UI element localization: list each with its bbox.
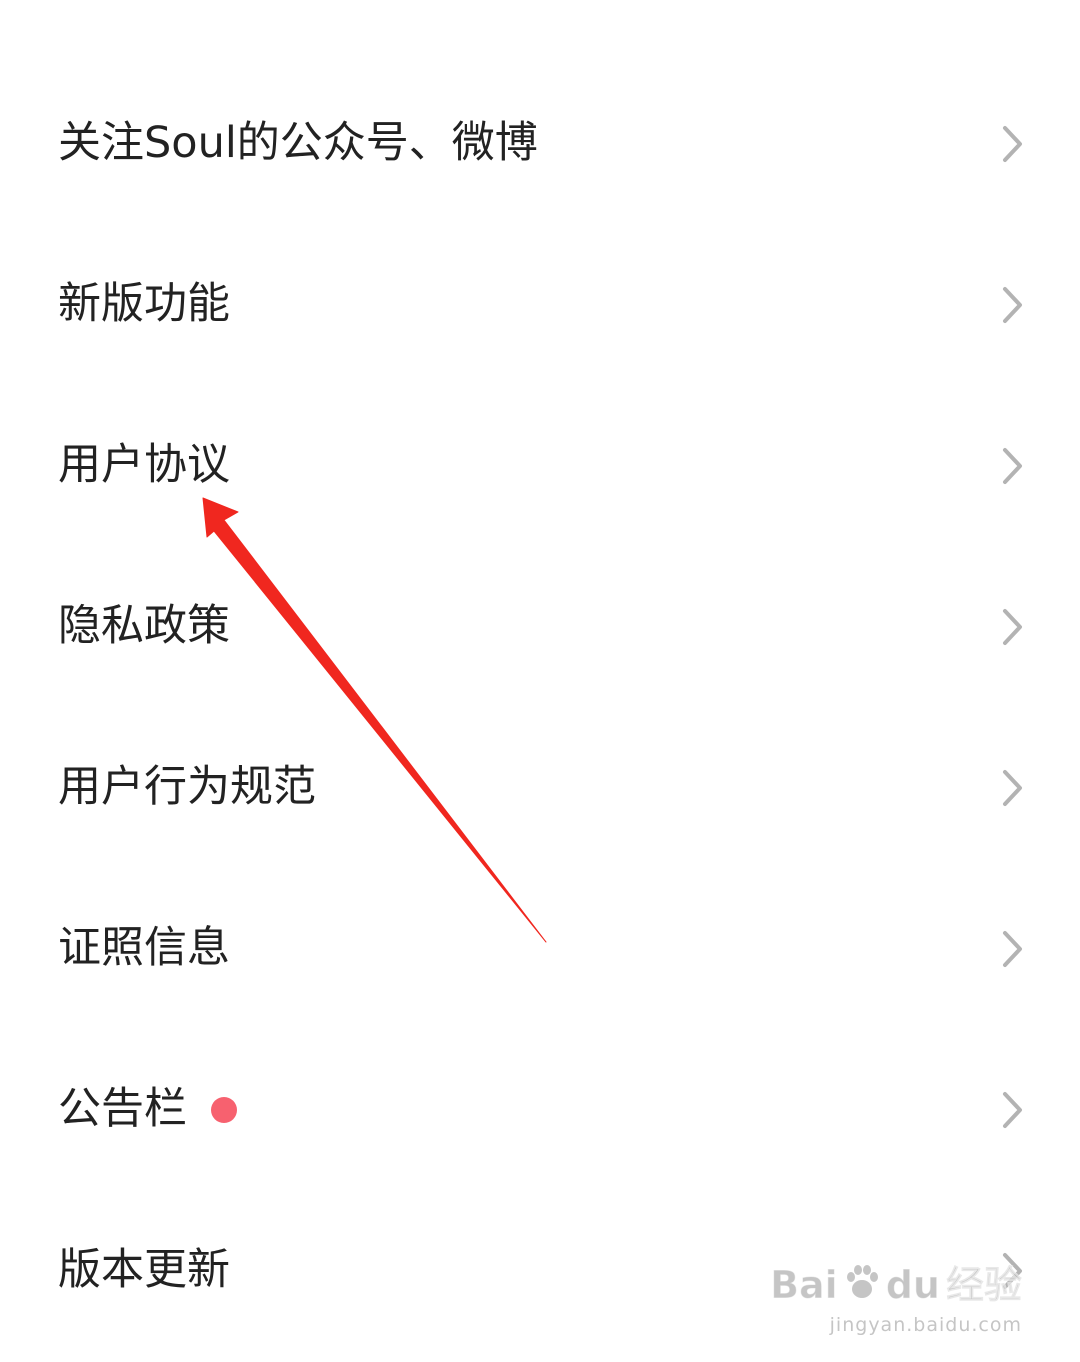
chevron-right-icon	[1000, 1251, 1026, 1291]
chevron-right-icon	[1000, 1090, 1026, 1130]
chevron-right-icon	[1000, 285, 1026, 325]
menu-item-label: 版本更新	[58, 1245, 230, 1295]
chevron-right-icon	[1000, 768, 1026, 808]
menu-item-version-update[interactable]: 版本更新	[0, 1190, 1080, 1351]
menu-item-privacy-policy[interactable]: 隐私政策	[0, 546, 1080, 707]
menu-item-label: 用户协议	[58, 440, 230, 490]
settings-menu-list: 关注Soul的公众号、微博 新版功能 用户协议 隐私政策 用户行为规范 证照信息	[0, 63, 1080, 1351]
unread-badge-dot	[211, 1096, 237, 1123]
menu-item-label: 隐私政策	[58, 601, 230, 651]
menu-item-label: 关注Soul的公众号、微博	[58, 118, 538, 168]
menu-item-label: 用户行为规范	[58, 762, 316, 812]
menu-item-user-conduct[interactable]: 用户行为规范	[0, 707, 1080, 868]
menu-item-license-info[interactable]: 证照信息	[0, 868, 1080, 1029]
chevron-right-icon	[1000, 124, 1026, 164]
menu-item-follow-soul[interactable]: 关注Soul的公众号、微博	[0, 63, 1080, 224]
menu-item-label: 新版功能	[58, 279, 230, 329]
chevron-right-icon	[1000, 607, 1026, 647]
menu-item-label: 证照信息	[58, 923, 230, 973]
menu-item-label-group: 公告栏	[58, 1088, 237, 1131]
menu-item-user-agreement[interactable]: 用户协议	[0, 385, 1080, 546]
chevron-right-icon	[1000, 446, 1026, 486]
menu-item-label: 公告栏	[58, 1084, 187, 1134]
menu-item-bulletin-board[interactable]: 公告栏	[0, 1029, 1080, 1190]
menu-item-new-features[interactable]: 新版功能	[0, 224, 1080, 385]
chevron-right-icon	[1000, 929, 1026, 969]
